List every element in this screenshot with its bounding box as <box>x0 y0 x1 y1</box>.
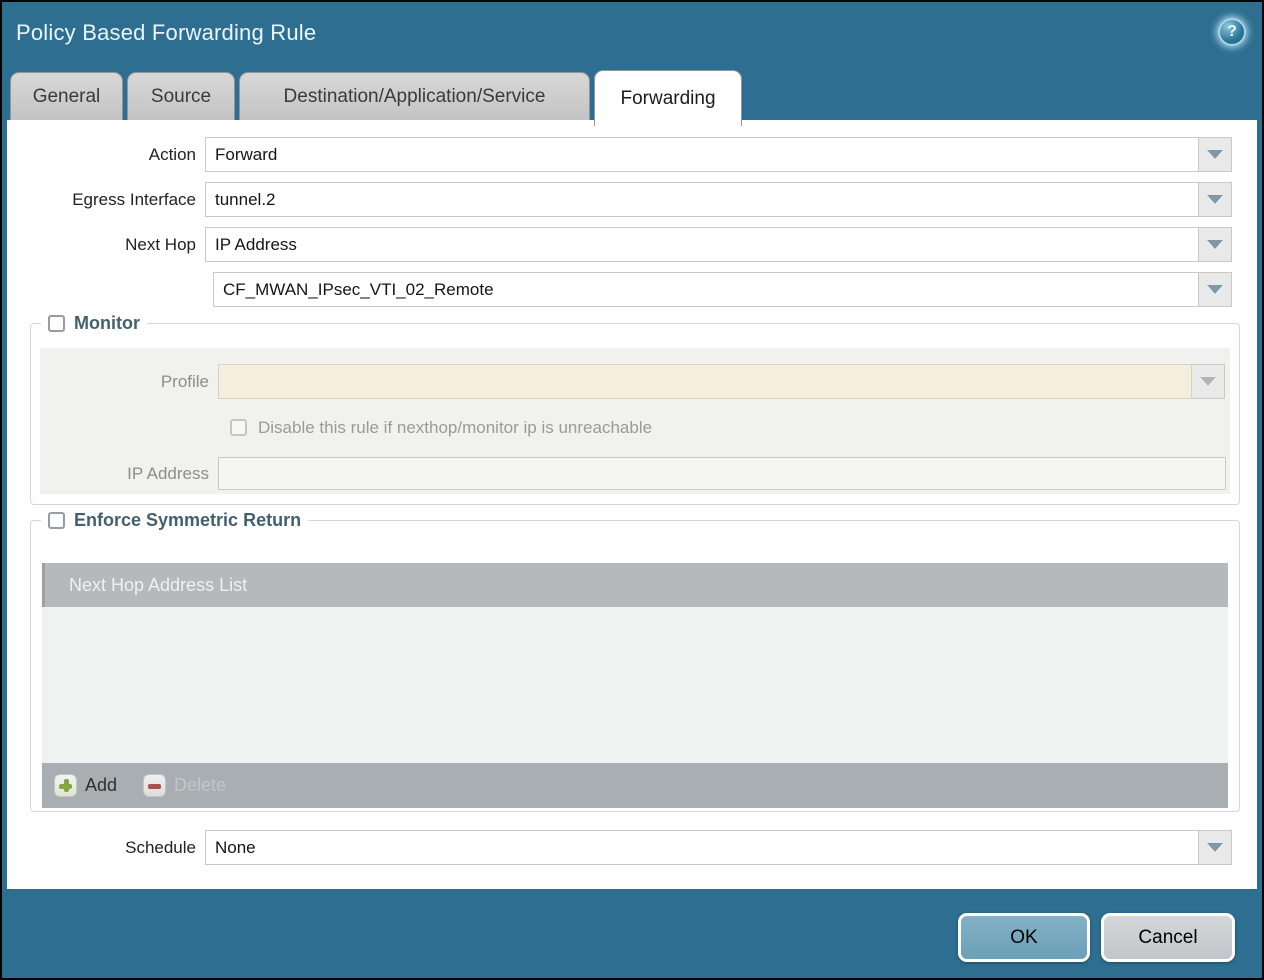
schedule-dropdown[interactable]: None <box>205 830 1232 865</box>
next-hop-address-row: CF_MWAN_IPsec_VTI_02_Remote <box>7 272 1232 307</box>
tab-source[interactable]: Source <box>127 72 235 120</box>
add-button[interactable]: Add <box>54 774 117 797</box>
egress-interface-dropdown-button[interactable] <box>1199 182 1232 217</box>
chevron-down-icon <box>1207 150 1223 159</box>
action-label: Action <box>7 145 205 165</box>
delete-button: Delete <box>143 774 226 797</box>
chevron-down-icon <box>1207 240 1223 249</box>
action-value[interactable]: Forward <box>205 137 1199 172</box>
tab-general[interactable]: General <box>10 72 123 120</box>
dialog-footer: OK Cancel <box>2 889 1262 978</box>
next-hop-address-list-header[interactable]: Next Hop Address List <box>42 563 1228 607</box>
forwarding-tab-panel: Action Forward Egress Interface tunnel.2… <box>7 120 1257 889</box>
monitor-checkbox[interactable] <box>48 315 65 332</box>
pbf-rule-dialog: Policy Based Forwarding Rule ? General S… <box>0 0 1264 980</box>
monitor-group: Monitor Profile Disable this rule if nex… <box>30 313 1240 505</box>
profile-dropdown-button <box>1192 364 1225 399</box>
monitor-ip-input <box>218 457 1226 490</box>
profile-dropdown <box>218 364 1225 399</box>
help-icon[interactable]: ? <box>1218 18 1246 46</box>
next-hop-address-list-table: Next Hop Address List Add Delete <box>42 563 1228 808</box>
action-dropdown[interactable]: Forward <box>205 137 1232 172</box>
next-hop-type-dropdown[interactable]: IP Address <box>205 227 1232 262</box>
profile-label: Profile <box>40 372 218 392</box>
monitor-ip-row: IP Address <box>40 456 1226 491</box>
chevron-down-icon <box>1207 195 1223 204</box>
next-hop-address-dropdown[interactable]: CF_MWAN_IPsec_VTI_02_Remote <box>213 272 1232 307</box>
egress-interface-dropdown[interactable]: tunnel.2 <box>205 182 1232 217</box>
dialog-title: Policy Based Forwarding Rule <box>16 20 316 46</box>
dialog-window: Policy Based Forwarding Rule ? General S… <box>2 2 1262 978</box>
cancel-button[interactable]: Cancel <box>1101 913 1235 962</box>
minus-icon <box>143 774 166 797</box>
schedule-dropdown-button[interactable] <box>1199 830 1232 865</box>
next-hop-type-value[interactable]: IP Address <box>205 227 1199 262</box>
schedule-row: Schedule None <box>7 830 1232 865</box>
egress-interface-row: Egress Interface tunnel.2 <box>7 182 1232 217</box>
tab-bar: General Source Destination/Application/S… <box>10 72 742 120</box>
schedule-label: Schedule <box>7 838 205 858</box>
chevron-down-icon <box>1200 377 1216 386</box>
schedule-value[interactable]: None <box>205 830 1199 865</box>
enforce-legend: Enforce Symmetric Return <box>41 510 308 531</box>
monitor-panel: Profile Disable this rule if nexthop/mon… <box>40 348 1230 494</box>
next-hop-address-list-body[interactable] <box>42 607 1228 763</box>
monitor-profile-row: Profile <box>40 364 1225 399</box>
tab-destination-application-service[interactable]: Destination/Application/Service <box>239 72 590 120</box>
enforce-symmetric-return-group: Enforce Symmetric Return Next Hop Addres… <box>30 510 1240 812</box>
add-button-label: Add <box>85 775 117 796</box>
action-row: Action Forward <box>7 137 1232 172</box>
dialog-titlebar: Policy Based Forwarding Rule ? <box>2 2 1262 64</box>
monitor-legend: Monitor <box>41 313 147 334</box>
chevron-down-icon <box>1207 843 1223 852</box>
disable-rule-label: Disable this rule if nexthop/monitor ip … <box>258 418 652 438</box>
enforce-symmetric-return-checkbox[interactable] <box>48 512 65 529</box>
disable-rule-checkbox <box>230 419 247 436</box>
monitor-ip-label: IP Address <box>40 464 218 484</box>
profile-value <box>218 364 1192 399</box>
monitor-legend-label: Monitor <box>74 313 140 334</box>
next-hop-label: Next Hop <box>7 235 205 255</box>
egress-interface-label: Egress Interface <box>7 190 205 210</box>
next-hop-dropdown-button[interactable] <box>1199 227 1232 262</box>
next-hop-address-list-footer: Add Delete <box>42 763 1228 808</box>
next-hop-row: Next Hop IP Address <box>7 227 1232 262</box>
chevron-down-icon <box>1207 285 1223 294</box>
disable-rule-row: Disable this rule if nexthop/monitor ip … <box>230 410 652 445</box>
plus-icon <box>54 774 77 797</box>
ok-button[interactable]: OK <box>958 913 1090 962</box>
next-hop-address-dropdown-button[interactable] <box>1199 272 1232 307</box>
action-dropdown-button[interactable] <box>1199 137 1232 172</box>
next-hop-address-value[interactable]: CF_MWAN_IPsec_VTI_02_Remote <box>213 272 1199 307</box>
tab-forwarding[interactable]: Forwarding <box>594 70 742 126</box>
enforce-legend-label: Enforce Symmetric Return <box>74 510 301 531</box>
delete-button-label: Delete <box>174 775 226 796</box>
egress-interface-value[interactable]: tunnel.2 <box>205 182 1199 217</box>
